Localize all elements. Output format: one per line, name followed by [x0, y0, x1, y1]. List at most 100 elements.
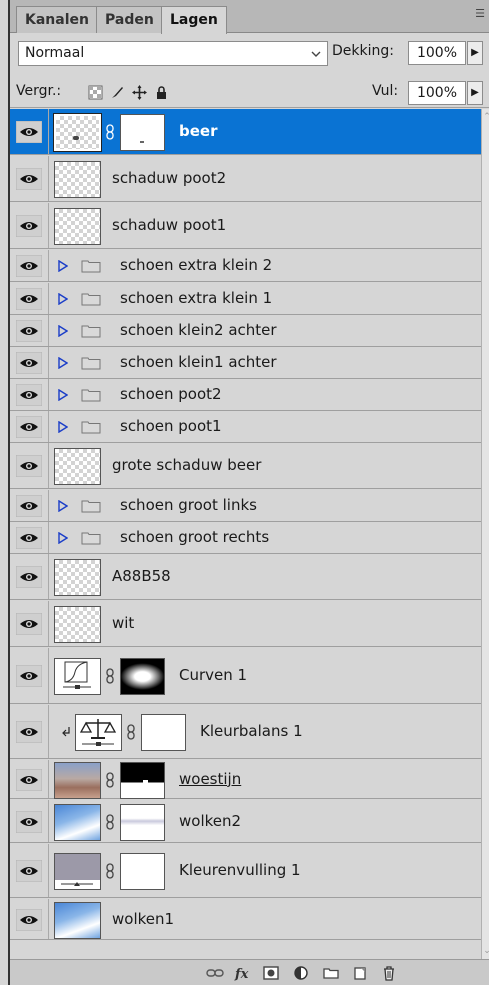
- opacity-input[interactable]: 100%: [408, 41, 466, 65]
- visibility-eye-icon[interactable]: [15, 768, 43, 791]
- layer-mask-thumbnail[interactable]: [120, 658, 165, 695]
- visibility-eye-icon[interactable]: [15, 720, 43, 744]
- layer-mask-thumbnail[interactable]: [141, 714, 186, 751]
- layer-row[interactable]: schoen klein1 achter: [10, 347, 481, 379]
- expand-triangle-icon[interactable]: [58, 259, 69, 273]
- layer-mask-thumbnail[interactable]: [120, 761, 165, 799]
- visibility-eye-icon[interactable]: [15, 494, 43, 518]
- layer-row[interactable]: schaduw poot2: [10, 156, 481, 202]
- blend-mode-select[interactable]: Normaal: [18, 41, 328, 66]
- lock-position-icon[interactable]: [132, 84, 147, 100]
- layer-name: wit: [112, 614, 135, 632]
- layer-thumbnail[interactable]: [75, 714, 122, 751]
- visibility-eye-icon[interactable]: [15, 664, 43, 688]
- layer-row[interactable]: schoen poot2: [10, 379, 481, 411]
- visibility-eye-icon[interactable]: [15, 351, 43, 375]
- expand-triangle-icon[interactable]: [58, 292, 69, 306]
- visibility-eye-icon[interactable]: [15, 254, 43, 278]
- lock-transparency-icon[interactable]: [88, 85, 103, 100]
- layer-row[interactable]: schaduw poot1: [10, 203, 481, 249]
- folder-icon: [81, 531, 101, 545]
- layer-row[interactable]: A88B58: [10, 554, 481, 600]
- expand-triangle-icon[interactable]: [58, 499, 69, 513]
- mask-link-icon[interactable]: [105, 668, 115, 684]
- layer-thumbnail[interactable]: [54, 853, 101, 890]
- visibility-eye-icon[interactable]: [15, 214, 43, 238]
- layer-name: Curven 1: [179, 666, 248, 684]
- fx-icon[interactable]: fx: [234, 965, 252, 981]
- layer-row[interactable]: schoen poot1: [10, 411, 481, 443]
- layer-thumbnail[interactable]: [54, 606, 101, 643]
- layer-thumbnail[interactable]: [53, 113, 102, 152]
- visibility-eye-icon[interactable]: [15, 319, 43, 343]
- mask-link-icon[interactable]: [105, 863, 115, 879]
- layer-row[interactable]: woestijn: [10, 760, 481, 799]
- layer-row[interactable]: Kleurenvulling 1: [10, 844, 481, 898]
- layer-row[interactable]: Curven 1: [10, 648, 481, 704]
- mask-link-icon[interactable]: [126, 724, 136, 740]
- adjustment-icon[interactable]: [292, 965, 310, 981]
- opacity-arrow-icon[interactable]: ▶: [467, 41, 483, 65]
- new-layer-icon[interactable]: [351, 965, 369, 981]
- layer-row[interactable]: schoen groot links: [10, 490, 481, 522]
- layer-row[interactable]: Kleurbalans 1: [10, 705, 481, 759]
- visibility-eye-icon[interactable]: [15, 810, 43, 833]
- layer-thumbnail[interactable]: [54, 761, 101, 799]
- layer-mask-thumbnail[interactable]: [120, 803, 165, 841]
- layer-thumbnail[interactable]: [54, 161, 101, 198]
- layer-thumbnail[interactable]: [54, 448, 101, 485]
- visibility-eye-icon[interactable]: [15, 383, 43, 407]
- tab-paden[interactable]: Paden: [96, 6, 163, 33]
- layer-thumbnail[interactable]: [54, 559, 101, 596]
- layer-thumbnail[interactable]: [54, 803, 101, 841]
- fill-arrow-icon[interactable]: ▶: [467, 81, 483, 105]
- layer-list[interactable]: beer schaduw poot2 schaduw poot1 schoen ext…: [10, 109, 481, 959]
- visibility-eye-icon[interactable]: [15, 612, 43, 636]
- lock-pixels-icon[interactable]: [110, 85, 125, 100]
- layer-row[interactable]: beer: [10, 109, 481, 155]
- folder-icon[interactable]: [322, 965, 340, 981]
- layer-thumbnail[interactable]: [54, 658, 101, 695]
- layer-row[interactable]: schoen groot rechts: [10, 522, 481, 554]
- mask-icon[interactable]: [262, 965, 280, 981]
- mask-link-icon[interactable]: [105, 771, 115, 788]
- layer-thumbnail[interactable]: [54, 208, 101, 245]
- tab-kanalen[interactable]: Kanalen: [16, 6, 98, 33]
- visibility-eye-icon[interactable]: [15, 526, 43, 550]
- layer-row[interactable]: schoen klein2 achter: [10, 315, 481, 347]
- layer-mask-thumbnail[interactable]: [120, 114, 165, 151]
- expand-triangle-icon[interactable]: [58, 388, 69, 402]
- visibility-eye-icon[interactable]: [15, 120, 43, 144]
- link-icon[interactable]: [206, 965, 224, 981]
- scrollbar[interactable]: ⌃ ⌄: [481, 109, 489, 959]
- visibility-eye-icon[interactable]: [15, 287, 43, 311]
- expand-triangle-icon[interactable]: [58, 531, 69, 545]
- visibility-eye-icon[interactable]: [15, 415, 43, 439]
- expand-triangle-icon[interactable]: [58, 356, 69, 370]
- visibility-eye-icon[interactable]: [15, 859, 43, 883]
- mask-link-icon[interactable]: [105, 124, 115, 140]
- tab-lagen[interactable]: Lagen: [161, 6, 227, 34]
- layer-row[interactable]: schoen extra klein 2: [10, 250, 481, 282]
- scroll-down-icon[interactable]: ⌄: [482, 945, 489, 957]
- layer-row[interactable]: wolken2: [10, 800, 481, 843]
- visibility-eye-icon[interactable]: [15, 167, 43, 191]
- panel-menu-icon[interactable]: ☰: [473, 8, 487, 20]
- layer-row[interactable]: schoen extra klein 1: [10, 283, 481, 315]
- visibility-eye-icon[interactable]: [15, 454, 43, 478]
- lock-all-icon[interactable]: [154, 85, 169, 100]
- layer-row[interactable]: wolken1: [10, 899, 481, 940]
- scroll-up-icon[interactable]: ⌃: [482, 111, 489, 123]
- fill-input[interactable]: 100%: [408, 81, 466, 105]
- divider: [48, 490, 49, 521]
- layer-thumbnail[interactable]: [54, 901, 101, 939]
- expand-triangle-icon[interactable]: [58, 420, 69, 434]
- layer-row[interactable]: grote schaduw beer: [10, 443, 481, 489]
- layer-row[interactable]: wit: [10, 601, 481, 647]
- visibility-eye-icon[interactable]: [15, 565, 43, 589]
- expand-triangle-icon[interactable]: [58, 324, 69, 338]
- layer-mask-thumbnail[interactable]: [120, 853, 165, 890]
- trash-icon[interactable]: [380, 965, 398, 981]
- mask-link-icon[interactable]: [105, 813, 115, 830]
- visibility-eye-icon[interactable]: [15, 908, 43, 931]
